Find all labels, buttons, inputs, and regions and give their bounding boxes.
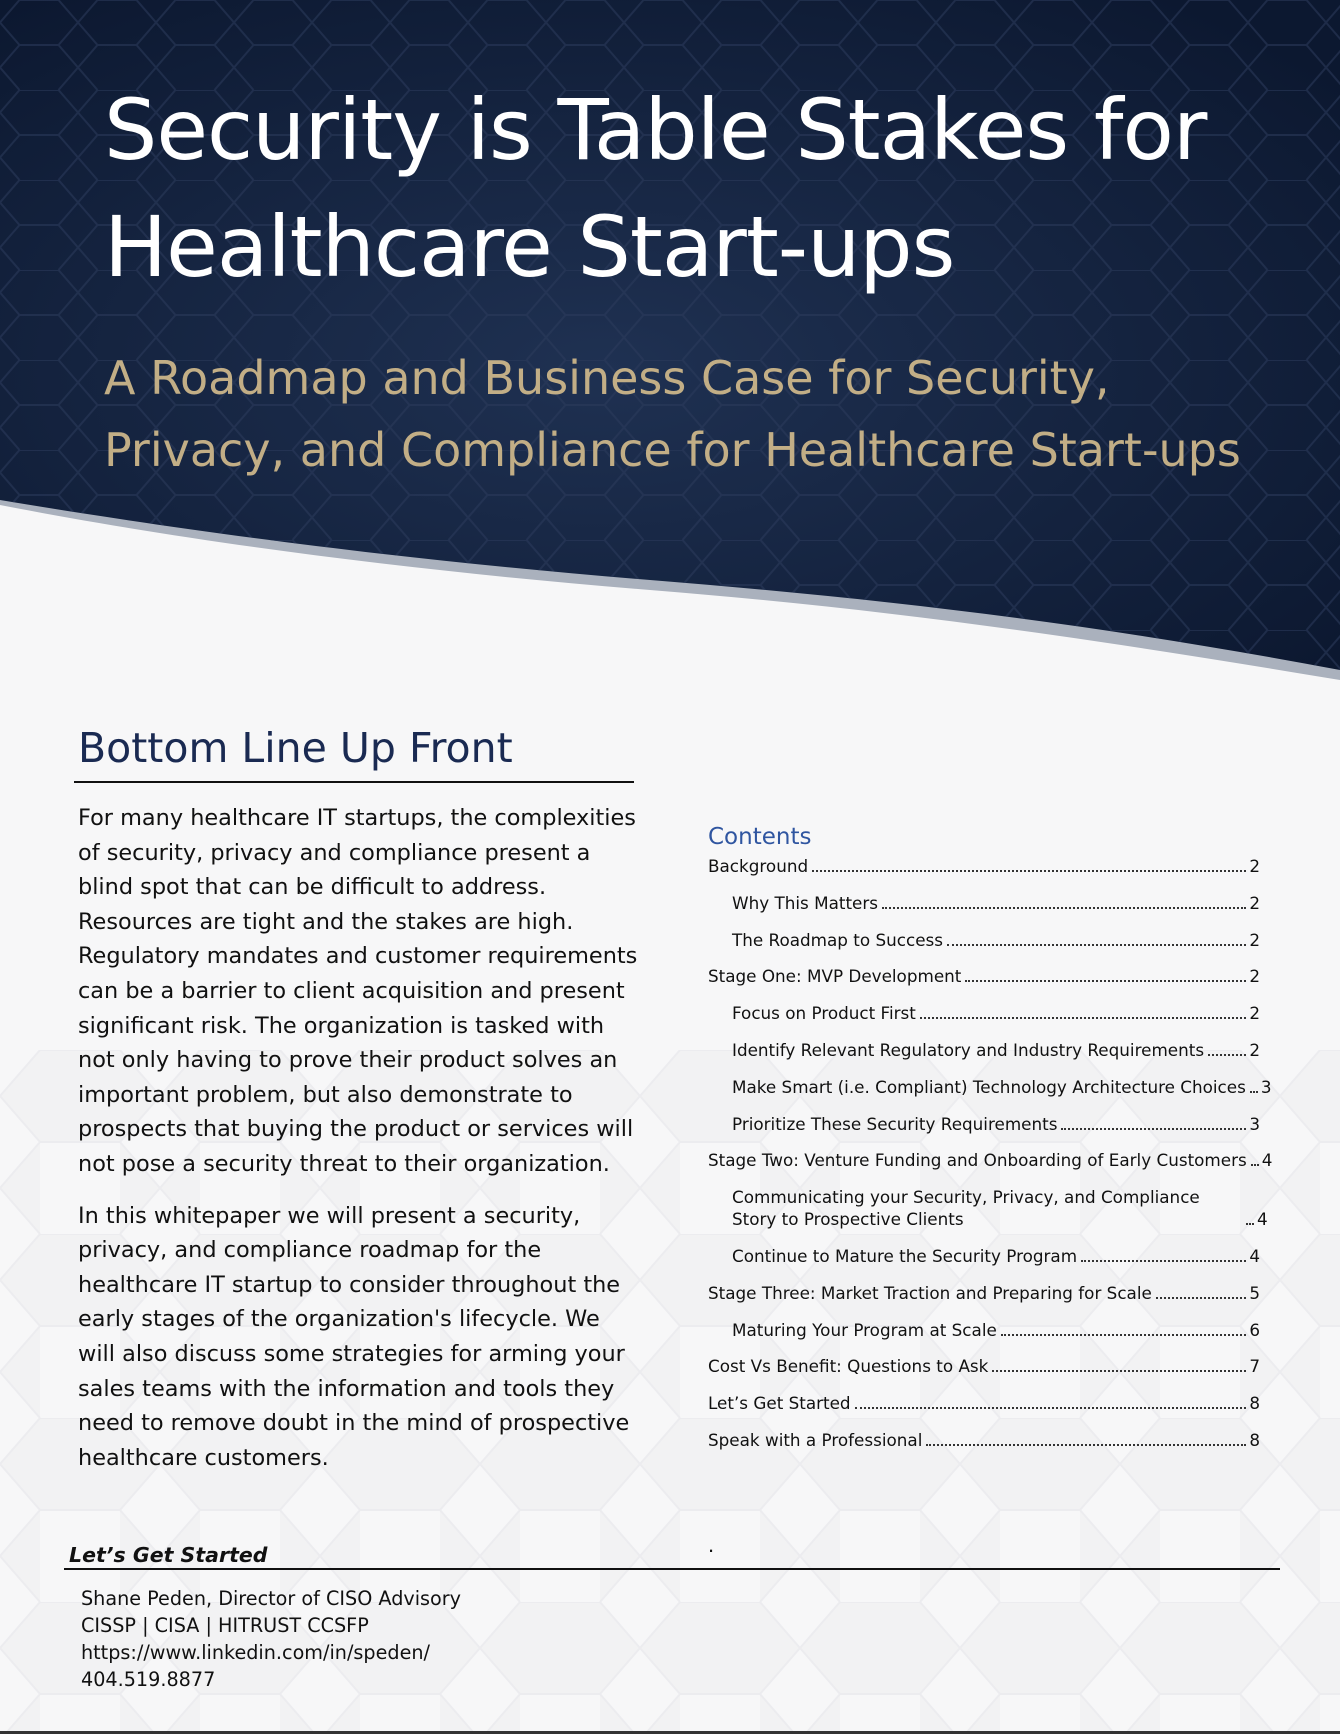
toc-entry-label: Make Smart (i.e. Compliant) Technology A… — [732, 1076, 1246, 1097]
toc-page-number: 6 — [1249, 1319, 1260, 1340]
toc-page-number: 2 — [1249, 856, 1260, 876]
toc-leader-dots — [1061, 1127, 1247, 1130]
toc-page-number: 2 — [1249, 892, 1260, 913]
toc-entry-label: Cost Vs Benefit: Questions to Ask — [708, 1356, 989, 1377]
toc-entry-label: Speak with a Professional — [708, 1429, 923, 1450]
toc-page-number: 8 — [1249, 1393, 1260, 1414]
contact-name-title: Shane Peden, Director of CISO Advisory — [81, 1587, 462, 1610]
toc-page-number: 4 — [1261, 1150, 1273, 1171]
toc-page-number: 3 — [1260, 1076, 1272, 1097]
toc-leader-dots — [1000, 1333, 1247, 1336]
toc-entry-label: Let’s Get Started — [708, 1393, 851, 1414]
toc-entry-label: Continue to Mature the Security Program — [732, 1245, 1078, 1266]
footer-section-label: Let’s Get Started — [69, 1543, 268, 1567]
toc-entry-label: Prioritize These Security Requirements — [732, 1113, 1058, 1134]
toc-entry-speak-with-professional[interactable]: Speak with a Professional 8 — [708, 1429, 1260, 1451]
toc-entry-label: Stage One: MVP Development — [708, 966, 962, 987]
toc-leader-dots — [854, 1407, 1247, 1410]
toc-entry-stage-two[interactable]: Stage Two: Venture Funding and Onboardin… — [708, 1149, 1272, 1171]
toc-page-number: 7 — [1249, 1356, 1260, 1377]
toc-entry-label: Communicating your Security, Privacy, an… — [732, 1187, 1200, 1230]
contact-credentials: CISSP | CISA | HITRUST CCSFP — [81, 1614, 369, 1637]
toc-entry-stage-one[interactable]: Stage One: MVP Development 2 — [708, 965, 1260, 987]
toc-entry-label: Identify Relevant Regulatory and Industr… — [732, 1039, 1205, 1060]
stray-period-mark: . — [708, 1532, 715, 1557]
toc-leader-dots — [812, 870, 1247, 872]
table-of-contents: Contents Background 2 Why This Matters 2 T… — [708, 822, 1272, 1466]
toc-leader-dots — [1208, 1053, 1247, 1056]
toc-entry-communicating-story[interactable]: Communicating your Security, Privacy, an… — [708, 1186, 1268, 1230]
toc-entry-prioritize-requirements[interactable]: Prioritize These Security Requirements 3 — [708, 1113, 1260, 1135]
toc-entry-label: Focus on Product First — [732, 1003, 916, 1024]
toc-entry-lets-get-started[interactable]: Let’s Get Started 8 — [708, 1392, 1260, 1414]
footer-divider — [64, 1568, 1280, 1570]
toc-entry-label: Stage Three: Market Traction and Prepari… — [708, 1282, 1152, 1303]
bluf-heading: Bottom Line Up Front — [78, 724, 513, 772]
document-page: Security is Table Stakes for Healthcare … — [0, 0, 1340, 1734]
toc-entry-why-this-matters[interactable]: Why This Matters 2 — [708, 892, 1260, 914]
toc-page-number: 2 — [1249, 1003, 1260, 1024]
toc-leader-dots — [947, 943, 1247, 946]
toc-entry-architecture-choices[interactable]: Make Smart (i.e. Compliant) Technology A… — [708, 1076, 1272, 1098]
toc-page-number: 2 — [1249, 966, 1260, 987]
toc-leader-dots — [1246, 1223, 1254, 1226]
toc-page-number: 4 — [1257, 1209, 1268, 1230]
toc-leader-dots — [992, 1370, 1247, 1373]
toc-entry-label: Background — [708, 856, 809, 876]
toc-leader-dots — [965, 980, 1247, 983]
toc-entry-identify-requirements[interactable]: Identify Relevant Regulatory and Industr… — [708, 1039, 1260, 1061]
bluf-heading-rule — [74, 781, 634, 783]
subtitle-line-2: Privacy, and Compliance for Healthcare S… — [104, 423, 1241, 477]
toc-entry-background[interactable]: Background 2 — [708, 855, 1260, 877]
title-line-2: Healthcare Start-ups — [104, 198, 955, 296]
toc-page-number: 8 — [1249, 1429, 1260, 1450]
toc-entry-label: Stage Two: Venture Funding and Onboardin… — [708, 1150, 1247, 1171]
contact-linkedin-link[interactable]: https://www.linkedin.com/in/speden/ — [81, 1639, 461, 1666]
toc-page-number: 2 — [1249, 929, 1260, 950]
toc-leader-dots — [1249, 1090, 1258, 1093]
document-title: Security is Table Stakes for Healthcare … — [104, 72, 1284, 306]
toc-leader-dots — [1250, 1164, 1259, 1167]
title-line-1: Security is Table Stakes for — [104, 81, 1207, 179]
toc-page-number: 4 — [1249, 1245, 1260, 1266]
toc-entry-mature-program[interactable]: Continue to Mature the Security Program 4 — [708, 1245, 1260, 1267]
toc-entry-label: The Roadmap to Success — [732, 929, 944, 950]
toc-entry-roadmap-to-success[interactable]: The Roadmap to Success 2 — [708, 929, 1260, 951]
toc-heading: Contents — [708, 824, 812, 850]
toc-leader-dots — [926, 1443, 1247, 1446]
toc-leader-dots — [882, 906, 1247, 909]
bluf-body: For many healthcare IT startups, the com… — [78, 801, 638, 1492]
toc-entry-label: Maturing Your Program at Scale — [732, 1319, 997, 1340]
contact-block: Shane Peden, Director of CISO Advisory C… — [81, 1585, 461, 1693]
toc-leader-dots — [1155, 1296, 1247, 1299]
toc-page-number: 2 — [1249, 1039, 1260, 1060]
toc-entry-cost-vs-benefit[interactable]: Cost Vs Benefit: Questions to Ask 7 — [708, 1355, 1260, 1377]
toc-leader-dots — [919, 1017, 1247, 1020]
toc-entry-maturing-at-scale[interactable]: Maturing Your Program at Scale 6 — [708, 1319, 1260, 1341]
contact-phone: 404.519.8877 — [81, 1668, 216, 1691]
subtitle-line-1: A Roadmap and Business Case for Security… — [104, 351, 1110, 405]
toc-leader-dots — [1081, 1259, 1247, 1262]
toc-page-number: 5 — [1249, 1282, 1260, 1303]
document-subtitle: A Roadmap and Business Case for Security… — [104, 342, 1304, 486]
toc-entry-label: Why This Matters — [732, 892, 879, 913]
bluf-paragraph-1: For many healthcare IT startups, the com… — [78, 805, 638, 1177]
toc-entry-stage-three[interactable]: Stage Three: Market Traction and Prepari… — [708, 1282, 1260, 1304]
toc-page-number: 3 — [1249, 1113, 1260, 1134]
bluf-paragraph-2: In this whitepaper we will present a sec… — [78, 1202, 630, 1471]
toc-entry-focus-on-product[interactable]: Focus on Product First 2 — [708, 1002, 1260, 1024]
